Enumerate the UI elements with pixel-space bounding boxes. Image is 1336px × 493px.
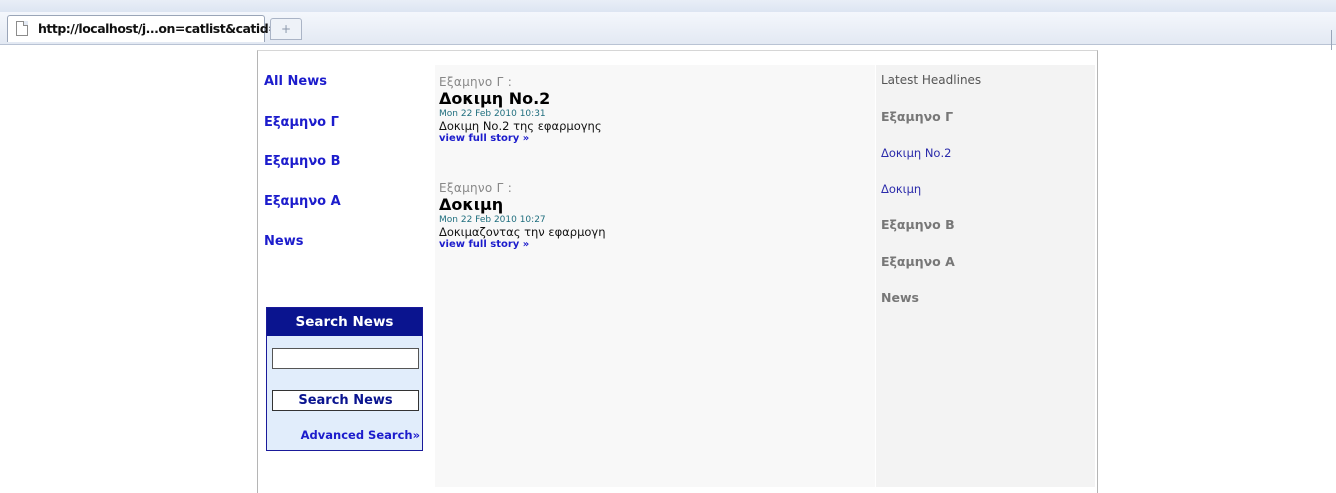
new-tab-button[interactable]: + (270, 18, 302, 40)
headline-link[interactable]: Δοκιμη Νο.2 (881, 146, 951, 160)
tab-title: http://localhost/j...on=catlist&catid=4 (38, 21, 287, 36)
article-category[interactable]: Εξαμηνο Γ : (439, 181, 606, 196)
browser-tab-strip: http://localhost/j...on=catlist&catid=4 … (0, 12, 1336, 50)
advanced-search-link[interactable]: Advanced Search» (301, 428, 420, 442)
headline-category-g: Εξαμηνο Γ (881, 109, 954, 124)
search-panel: Search News Search News Advanced Search» (266, 307, 423, 451)
headline-link[interactable]: Δοκιμη (881, 182, 921, 196)
news-article: Εξαμηνο Γ : Δοκιμη Mon 22 Feb 2010 10:27… (439, 181, 606, 251)
article-title: Δοκιμη (439, 195, 504, 214)
view-full-story-link[interactable]: view full story » (439, 133, 602, 145)
article-title: Δοκιμη Νο.2 (439, 89, 551, 108)
nav-link-all-news[interactable]: All News (264, 74, 327, 89)
search-button[interactable]: Search News (272, 390, 419, 411)
headline-category-b: Εξαμηνο Β (881, 217, 955, 232)
nav-link-semester-g[interactable]: Εξαμηνο Γ (264, 115, 339, 130)
view-full-story-link[interactable]: view full story » (439, 239, 606, 251)
search-panel-title: Search News (267, 308, 422, 336)
news-list: Εξαμηνο Γ : Δοκιμη Νο.2 Mon 22 Feb 2010 … (435, 65, 875, 487)
nav-link-semester-a[interactable]: Εξαμηνο Α (264, 194, 341, 209)
nav-link-semester-b[interactable]: Εξαμηνο Β (264, 154, 341, 169)
nav-link-news[interactable]: News (264, 234, 303, 249)
news-article: Εξαμηνο Γ : Δοκιμη Νο.2 Mon 22 Feb 2010 … (439, 75, 602, 145)
latest-headlines-panel: Latest Headlines Εξαμηνο Γ Δοκιμη Νο.2 Δ… (876, 65, 1095, 487)
browser-tab[interactable]: http://localhost/j...on=catlist&catid=4 (7, 15, 287, 42)
left-sidebar: All News Εξαμηνο Γ Εξαμηνο Β Εξαμηνο Α N… (262, 65, 437, 485)
headline-category-news: News (881, 290, 919, 305)
headline-category-a: Εξαμηνο Α (881, 254, 955, 269)
search-input[interactable] (272, 348, 419, 369)
window-edge (1331, 30, 1336, 50)
page-content: All News Εξαμηνο Γ Εξαμηνο Β Εξαμηνο Α N… (257, 50, 1098, 493)
page-icon (16, 21, 28, 36)
article-summary: Δοκιμαζοντας την εφαρμογη (439, 225, 606, 239)
article-category[interactable]: Εξαμηνο Γ : (439, 75, 602, 90)
article-summary: Δοκιμη Νο.2 της εφαρμογης (439, 119, 602, 133)
latest-headlines-heading: Latest Headlines (881, 73, 982, 87)
